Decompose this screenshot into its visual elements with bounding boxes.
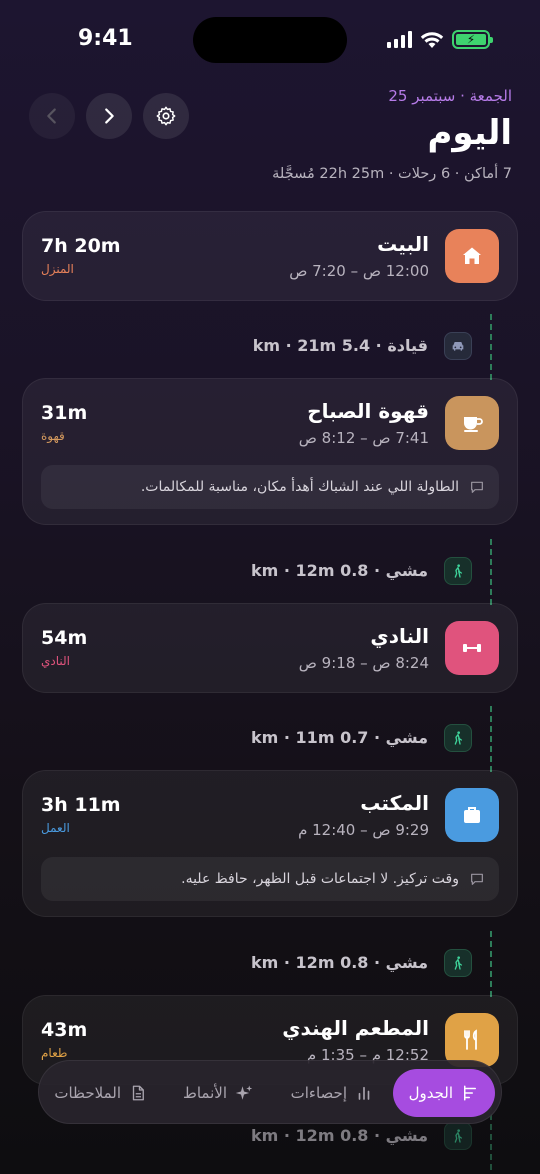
gear-icon (156, 106, 176, 126)
sparkle-icon (235, 1085, 253, 1100)
place-duration: 43m (41, 1019, 88, 1041)
place-category: المنزل (41, 262, 74, 276)
walk-icon (454, 731, 462, 745)
trip-details: مشي · 0.8 km · 12m (251, 1126, 428, 1145)
cellular-signal-icon (387, 31, 412, 48)
page-title: اليوم (427, 113, 512, 153)
place-name: قهوة الصباح (307, 399, 429, 423)
bar-chart-icon (358, 1086, 370, 1100)
tab-label: الملاحظات (54, 1084, 121, 1102)
briefcase-icon (464, 807, 480, 823)
status-bar: 9:41 ⚡ (0, 0, 540, 80)
trip-icon-box (444, 724, 472, 752)
dumbbell-icon (463, 644, 481, 652)
place-category: طعام (41, 1046, 68, 1060)
place-note[interactable]: وقت تركيز. لا اجتماعات قبل الظهر، حافظ ع… (41, 857, 499, 901)
place-time: 12:00 ص – 7:20 ص (289, 262, 429, 280)
tab-patterns[interactable]: الأنماط (183, 1069, 253, 1117)
tab-label: إحصاءات (290, 1084, 347, 1102)
place-icon-box (445, 396, 499, 450)
day-summary: 7 أماكن · 6 رحلات · 22h 25m مُسجَّلة (272, 166, 512, 182)
tab-stats[interactable]: إحصاءات (291, 1069, 373, 1117)
place-duration: 31m (41, 402, 88, 424)
note-text: وقت تركيز. لا اجتماعات قبل الظهر، حافظ ع… (181, 871, 459, 887)
place-name: المطعم الهندي (282, 1016, 429, 1040)
place-duration: 3h 11m (41, 794, 121, 816)
comment-icon (471, 873, 483, 885)
trip-connector (490, 539, 492, 605)
utensils-icon (464, 1029, 477, 1050)
trip-connector (490, 706, 492, 772)
tab-label: الأنماط (182, 1084, 227, 1102)
settings-button[interactable] (143, 93, 189, 139)
comment-icon (471, 481, 483, 493)
place-icon-box (445, 1013, 499, 1067)
trip-details: قيادة · 5.4 km · 21m (252, 336, 428, 355)
trip-row[interactable]: مشي · 0.8 km · 12m (0, 931, 540, 997)
chevron-right-icon (105, 108, 114, 124)
place-card-gym[interactable]: النادي 8:24 ص – 9:18 ص 54m النادي (22, 603, 518, 693)
trip-details: مشي · 0.8 km · 12m (251, 953, 428, 972)
home-icon (463, 247, 481, 264)
trip-connector (490, 314, 492, 380)
trip-row[interactable]: قيادة · 5.4 km · 21m (0, 314, 540, 380)
status-time: 9:41 (78, 26, 133, 51)
place-duration: 54m (41, 627, 88, 649)
note-text: الطاولة اللي عند الشباك أهدأ مكان، مناسب… (140, 479, 459, 495)
tab-label: الجدول (408, 1084, 453, 1102)
place-name: البيت (377, 232, 429, 256)
next-day-button[interactable] (86, 93, 132, 139)
status-icons: ⚡ (387, 30, 493, 49)
battery-icon: ⚡ (452, 30, 493, 49)
place-card-coffee[interactable]: قهوة الصباح 7:41 ص – 8:12 ص 31m قهوة الط… (22, 378, 518, 525)
dynamic-island (193, 17, 347, 63)
place-card-home[interactable]: البيت 12:00 ص – 7:20 ص 7h 20m المنزل (22, 211, 518, 301)
trip-row[interactable]: مشي · 0.7 km · 11m (0, 706, 540, 772)
place-category: النادي (41, 654, 71, 668)
place-card-office[interactable]: المكتب 9:29 ص – 12:40 م 3h 11m العمل وقت… (22, 770, 518, 917)
walk-icon (454, 564, 462, 578)
walk-icon (454, 1129, 462, 1143)
place-duration: 7h 20m (41, 235, 121, 257)
place-name: النادي (370, 624, 429, 648)
walk-icon (454, 956, 462, 970)
previous-day-button[interactable] (29, 93, 75, 139)
trip-icon-box (444, 332, 472, 360)
timeline-icon (464, 1085, 476, 1101)
place-name: المكتب (360, 791, 429, 815)
place-note[interactable]: الطاولة اللي عند الشباك أهدأ مكان، مناسب… (41, 465, 499, 509)
bottom-tab-bar: الجدول إحصاءات الأنماط الملاحظات (38, 1060, 502, 1124)
place-category: قهوة (41, 429, 65, 443)
trip-icon-box (444, 557, 472, 585)
trip-row[interactable]: مشي · 0.8 km · 12m (0, 539, 540, 605)
place-time: 8:24 ص – 9:18 ص (298, 654, 429, 672)
date-label: الجمعة · سبتمبر 25 (388, 87, 512, 105)
car-icon (452, 342, 464, 351)
coffee-icon (464, 417, 483, 432)
wifi-icon (420, 31, 444, 48)
place-category: العمل (41, 821, 70, 835)
place-icon-box (445, 621, 499, 675)
document-icon (132, 1085, 144, 1101)
tab-notes[interactable]: الملاحظات (54, 1069, 147, 1117)
trip-icon-box (444, 1122, 472, 1150)
place-time: 9:29 ص – 12:40 م (298, 821, 429, 839)
trip-connector (490, 931, 492, 997)
place-icon-box (445, 229, 499, 283)
trip-details: مشي · 0.8 km · 12m (251, 561, 428, 580)
place-time: 7:41 ص – 8:12 ص (298, 429, 429, 447)
tab-timeline[interactable]: الجدول (392, 1069, 495, 1117)
chevron-left-icon (47, 108, 56, 124)
place-icon-box (445, 788, 499, 842)
trip-icon-box (444, 949, 472, 977)
trip-details: مشي · 0.7 km · 11m (251, 728, 428, 747)
